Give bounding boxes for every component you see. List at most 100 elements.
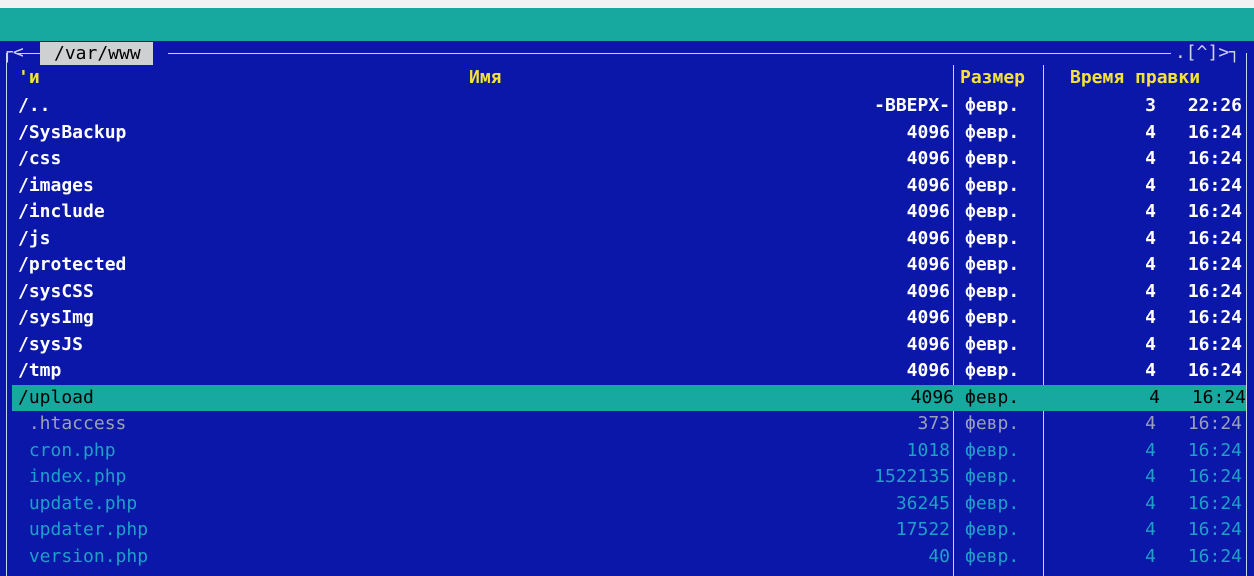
column-header: 'и Имя Размер Время правки: [0, 65, 1254, 92]
file-row[interactable]: /include 4096 февр. 4 16:24: [0, 199, 1254, 226]
file-name: updater.php: [18, 519, 149, 540]
file-name: /upload: [18, 386, 94, 408]
file-row[interactable]: /upload 4096 февр. 4 16:24: [12, 384, 1246, 411]
file-name: /..: [18, 95, 51, 116]
file-time: 22:26: [1187, 95, 1242, 116]
file-time: 16:24: [1187, 333, 1242, 355]
file-time: 16:24: [1191, 386, 1246, 408]
file-month: февр.: [965, 360, 1020, 381]
column-header-name[interactable]: Имя: [469, 65, 502, 92]
file-day: 4: [1145, 519, 1156, 540]
file-month: февр.: [965, 227, 1020, 249]
column-header-size[interactable]: Размер: [960, 65, 1025, 92]
column-header-time[interactable]: Время правки: [1070, 65, 1200, 92]
window-top-strip: [0, 0, 1254, 8]
current-path[interactable]: /var/www: [40, 42, 153, 65]
file-row[interactable]: /.. -ВВЕРХ-февр. 3 22:26: [0, 93, 1254, 120]
file-day: 4: [1145, 307, 1156, 328]
file-time: 16:24: [1187, 121, 1242, 143]
frame-top: [168, 53, 1178, 54]
file-day: 4: [1145, 227, 1156, 249]
file-size: 4096: [906, 174, 950, 196]
file-row[interactable]: /css 4096 февр. 4 16:24: [0, 146, 1254, 173]
file-day: 4: [1145, 439, 1156, 461]
file-size: 4096: [906, 201, 950, 222]
file-size: 17522: [895, 519, 950, 540]
panel-controls[interactable]: .[^]>┐: [1170, 41, 1240, 65]
file-size: 4096: [906, 280, 950, 302]
file-month: февр.: [965, 307, 1020, 328]
file-size: 4096: [906, 227, 950, 249]
file-day: 4: [1145, 360, 1156, 381]
file-day: 4: [1145, 121, 1156, 143]
file-size: -ВВЕРХ-: [874, 95, 950, 116]
file-row[interactable]: /sysImg 4096 февр. 4 16:24: [0, 305, 1254, 332]
file-row[interactable]: version.php 40 февр. 4 16:24: [0, 544, 1254, 571]
file-month: февр.: [965, 201, 1020, 222]
file-size: 4096: [906, 254, 950, 275]
file-month: февр.: [965, 545, 1020, 567]
file-time: 16:24: [1187, 148, 1242, 169]
file-month: февр.: [965, 519, 1020, 540]
file-month: февр.: [965, 386, 1020, 408]
file-month: февр.: [965, 174, 1020, 196]
file-row[interactable]: /sysCSS 4096 февр. 4 16:24: [0, 279, 1254, 306]
file-row[interactable]: /sysJS 4096 февр. 4 16:24: [0, 332, 1254, 359]
file-day: 3: [1145, 95, 1156, 116]
file-month: февр.: [965, 95, 1020, 116]
file-size: 4096: [906, 333, 950, 355]
file-size: 4096: [906, 148, 950, 169]
file-day: 4: [1145, 254, 1156, 275]
panel-corner-left[interactable]: ┌<: [2, 41, 24, 65]
file-day: 4: [1145, 492, 1156, 514]
file-name: /js: [18, 227, 51, 249]
file-size: 373: [917, 413, 950, 434]
file-row[interactable]: index.php 1522135 февр. 4 16:24: [0, 464, 1254, 491]
menu-bar[interactable]: [0, 8, 1254, 41]
file-month: февр.: [965, 148, 1020, 169]
file-day: 4: [1145, 201, 1156, 222]
file-name: /images: [18, 174, 94, 196]
file-day: 4: [1145, 466, 1156, 487]
file-month: февр.: [965, 466, 1020, 487]
file-time: 16:24: [1187, 174, 1242, 196]
file-time: 16:24: [1187, 466, 1242, 487]
file-row[interactable]: /images 4096 февр. 4 16:24: [0, 173, 1254, 200]
file-month: февр.: [965, 439, 1020, 461]
file-name: /tmp: [18, 360, 62, 381]
file-day: 4: [1145, 174, 1156, 196]
file-time: 16:24: [1187, 201, 1242, 222]
file-row[interactable]: updater.php 17522 февр. 4 16:24: [0, 517, 1254, 544]
file-month: февр.: [965, 280, 1020, 302]
file-size: 4096: [906, 360, 950, 381]
file-name: .htaccess: [18, 413, 127, 434]
file-time: 16:24: [1187, 280, 1242, 302]
file-row[interactable]: update.php 36245 февр. 4 16:24: [0, 491, 1254, 518]
file-size: 4096: [906, 307, 950, 328]
file-row[interactable]: /SysBackup 4096 февр. 4 16:24: [0, 120, 1254, 147]
file-time: 16:24: [1187, 492, 1242, 514]
file-month: февр.: [965, 121, 1020, 143]
file-size: 1522135: [874, 466, 950, 487]
file-row[interactable]: /tmp 4096 февр. 4 16:24: [0, 358, 1254, 385]
sort-indicator[interactable]: 'и: [18, 65, 40, 92]
file-day: 4: [1149, 386, 1160, 408]
file-day: 4: [1145, 545, 1156, 567]
file-size: 1018: [906, 439, 950, 461]
file-name: /include: [18, 201, 105, 222]
file-day: 4: [1145, 333, 1156, 355]
file-time: 16:24: [1187, 545, 1242, 567]
file-name: /sysJS: [18, 333, 84, 355]
file-row[interactable]: /protected 4096 февр. 4 16:24: [0, 252, 1254, 279]
file-name: /sysCSS: [18, 280, 94, 302]
file-row[interactable]: .htaccess 373 февр. 4 16:24: [0, 411, 1254, 438]
file-panel[interactable]: ┌< /var/www .[^]>┐ 'и Имя Размер Время п…: [0, 41, 1254, 576]
file-row[interactable]: cron.php 1018 февр. 4 16:24: [0, 438, 1254, 465]
file-time: 16:24: [1187, 307, 1242, 328]
file-size: 36245: [895, 492, 950, 514]
file-size: 4096: [910, 386, 954, 408]
file-name: update.php: [18, 492, 138, 514]
file-name: index.php: [18, 466, 127, 487]
file-row[interactable]: /js 4096 февр. 4 16:24: [0, 226, 1254, 253]
file-day: 4: [1145, 148, 1156, 169]
